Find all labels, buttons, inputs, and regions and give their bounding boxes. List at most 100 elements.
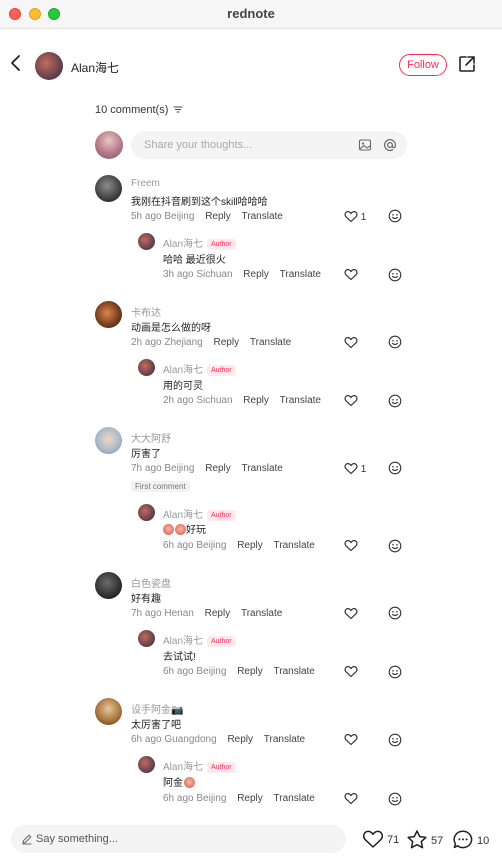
post-like-button[interactable]: 71: [362, 829, 399, 849]
comment-text: 好有趣: [131, 594, 161, 605]
say-something-input[interactable]: Say something...: [11, 825, 346, 853]
like-button[interactable]: [344, 665, 358, 678]
reply-time: 6h ago: [163, 666, 194, 677]
translate-button[interactable]: Translate: [242, 463, 283, 474]
reply-button[interactable]: Reply: [237, 666, 263, 677]
reply-button[interactable]: Reply: [243, 395, 269, 406]
translate-button[interactable]: Translate: [280, 269, 321, 280]
reply-avatar[interactable]: [138, 359, 155, 376]
commenter-avatar[interactable]: [95, 572, 122, 599]
emoji-icon[interactable]: [388, 394, 402, 408]
commenter-avatar[interactable]: [95, 698, 122, 725]
reply-avatar[interactable]: [138, 756, 155, 773]
at-icon[interactable]: [383, 138, 397, 152]
reply-time: 6h ago: [163, 793, 194, 804]
post-comment-button[interactable]: 10: [452, 829, 489, 850]
like-button[interactable]: [344, 733, 358, 746]
like-button[interactable]: [344, 268, 358, 281]
translate-button[interactable]: Translate: [274, 666, 315, 677]
like-button[interactable]: 1: [344, 462, 366, 475]
author-badge: Author: [207, 510, 236, 521]
like-button[interactable]: [344, 336, 358, 349]
reply-author-name[interactable]: Alan海七 Author: [163, 758, 236, 773]
reply-button[interactable]: Reply: [214, 337, 240, 348]
emoji-icon[interactable]: [388, 665, 402, 679]
emoji-icon[interactable]: [388, 792, 402, 806]
emoji-icon[interactable]: [388, 461, 402, 475]
reply-author-name[interactable]: Alan海七 Author: [163, 361, 236, 376]
emoji-icon[interactable]: [388, 539, 402, 553]
reply-button[interactable]: Reply: [205, 608, 231, 619]
commenter-avatar[interactable]: [95, 427, 122, 454]
translate-button[interactable]: Translate: [280, 395, 321, 406]
like-button[interactable]: [344, 394, 358, 407]
share-icon[interactable]: [458, 55, 476, 73]
heart-icon: [344, 268, 358, 281]
emoji-icon[interactable]: [388, 606, 402, 620]
comment-location: Beijing: [164, 211, 195, 222]
translate-button[interactable]: Translate: [242, 211, 283, 222]
commenter-name[interactable]: Freem: [131, 178, 160, 189]
share-thoughts-input[interactable]: Share your thoughts...: [131, 131, 407, 159]
comment-location: Beijing: [164, 463, 195, 474]
like-button[interactable]: [344, 792, 358, 805]
my-avatar: [95, 131, 123, 159]
translate-button[interactable]: Translate: [264, 734, 305, 745]
commenter-name[interactable]: 卡布达: [131, 304, 161, 319]
like-count: 1: [360, 464, 367, 475]
reply-avatar[interactable]: [138, 233, 155, 250]
window-title: rednote: [227, 6, 275, 21]
reply-location: Beijing: [196, 666, 227, 677]
reply-button[interactable]: Reply: [237, 540, 263, 551]
bottom-bar: Say something... 71 57 10: [0, 816, 502, 859]
share-thoughts-placeholder: Share your thoughts...: [144, 139, 253, 151]
like-button[interactable]: [344, 539, 358, 552]
emoji-icon[interactable]: [388, 268, 402, 282]
reply-author-name[interactable]: Alan海七 Author: [163, 506, 236, 521]
image-icon[interactable]: [358, 138, 372, 152]
heart-icon: [344, 210, 358, 223]
heart-icon: [344, 394, 358, 407]
translate-button[interactable]: Translate: [274, 540, 315, 551]
reply-author-name[interactable]: Alan海七 Author: [163, 235, 236, 250]
sticker-icon: [163, 524, 174, 535]
author-avatar[interactable]: [35, 52, 63, 80]
post-favorite-button[interactable]: 57: [406, 829, 443, 850]
comment-count[interactable]: 10 comment(s): [95, 104, 183, 116]
translate-button[interactable]: Translate: [274, 793, 315, 804]
emoji-icon[interactable]: [388, 209, 402, 223]
reply-button[interactable]: Reply: [205, 463, 231, 474]
comment-time: 7h ago: [131, 463, 162, 474]
sticker-icon: [175, 524, 186, 535]
translate-button[interactable]: Translate: [250, 337, 291, 348]
reply-avatar[interactable]: [138, 630, 155, 647]
translate-button[interactable]: Translate: [241, 608, 282, 619]
reply-text: 好玩: [163, 521, 206, 536]
follow-button[interactable]: Follow: [399, 54, 447, 76]
commenter-name[interactable]: 设手阿金📷: [131, 701, 183, 716]
reply-time: 3h ago: [163, 269, 194, 280]
reply-location: Beijing: [196, 540, 227, 551]
reply-author-name[interactable]: Alan海七 Author: [163, 632, 236, 647]
reply-button[interactable]: Reply: [227, 734, 253, 745]
back-icon[interactable]: [9, 54, 25, 72]
commenter-name[interactable]: 大大阿舒: [131, 430, 171, 445]
reply-button[interactable]: Reply: [205, 211, 231, 222]
emoji-icon[interactable]: [388, 733, 402, 747]
commenter-avatar[interactable]: [95, 175, 122, 202]
filter-icon[interactable]: [173, 105, 183, 114]
comment-meta: 6h ago Guangdong Reply Translate: [131, 734, 305, 745]
emoji-icon[interactable]: [388, 335, 402, 349]
reply-button[interactable]: Reply: [237, 793, 263, 804]
reply-text-content: 好玩: [186, 525, 206, 536]
commenter-avatar[interactable]: [95, 301, 122, 328]
reply-avatar[interactable]: [138, 504, 155, 521]
reply-button[interactable]: Reply: [243, 269, 269, 280]
reply-text-content: 阿金: [163, 778, 183, 789]
heart-icon: [344, 733, 358, 746]
like-count: 1: [360, 212, 367, 223]
author-name[interactable]: Alan海七: [71, 59, 119, 76]
like-button[interactable]: [344, 607, 358, 620]
commenter-name[interactable]: 白色瓷盘: [131, 575, 171, 590]
like-button[interactable]: 1: [344, 210, 366, 223]
